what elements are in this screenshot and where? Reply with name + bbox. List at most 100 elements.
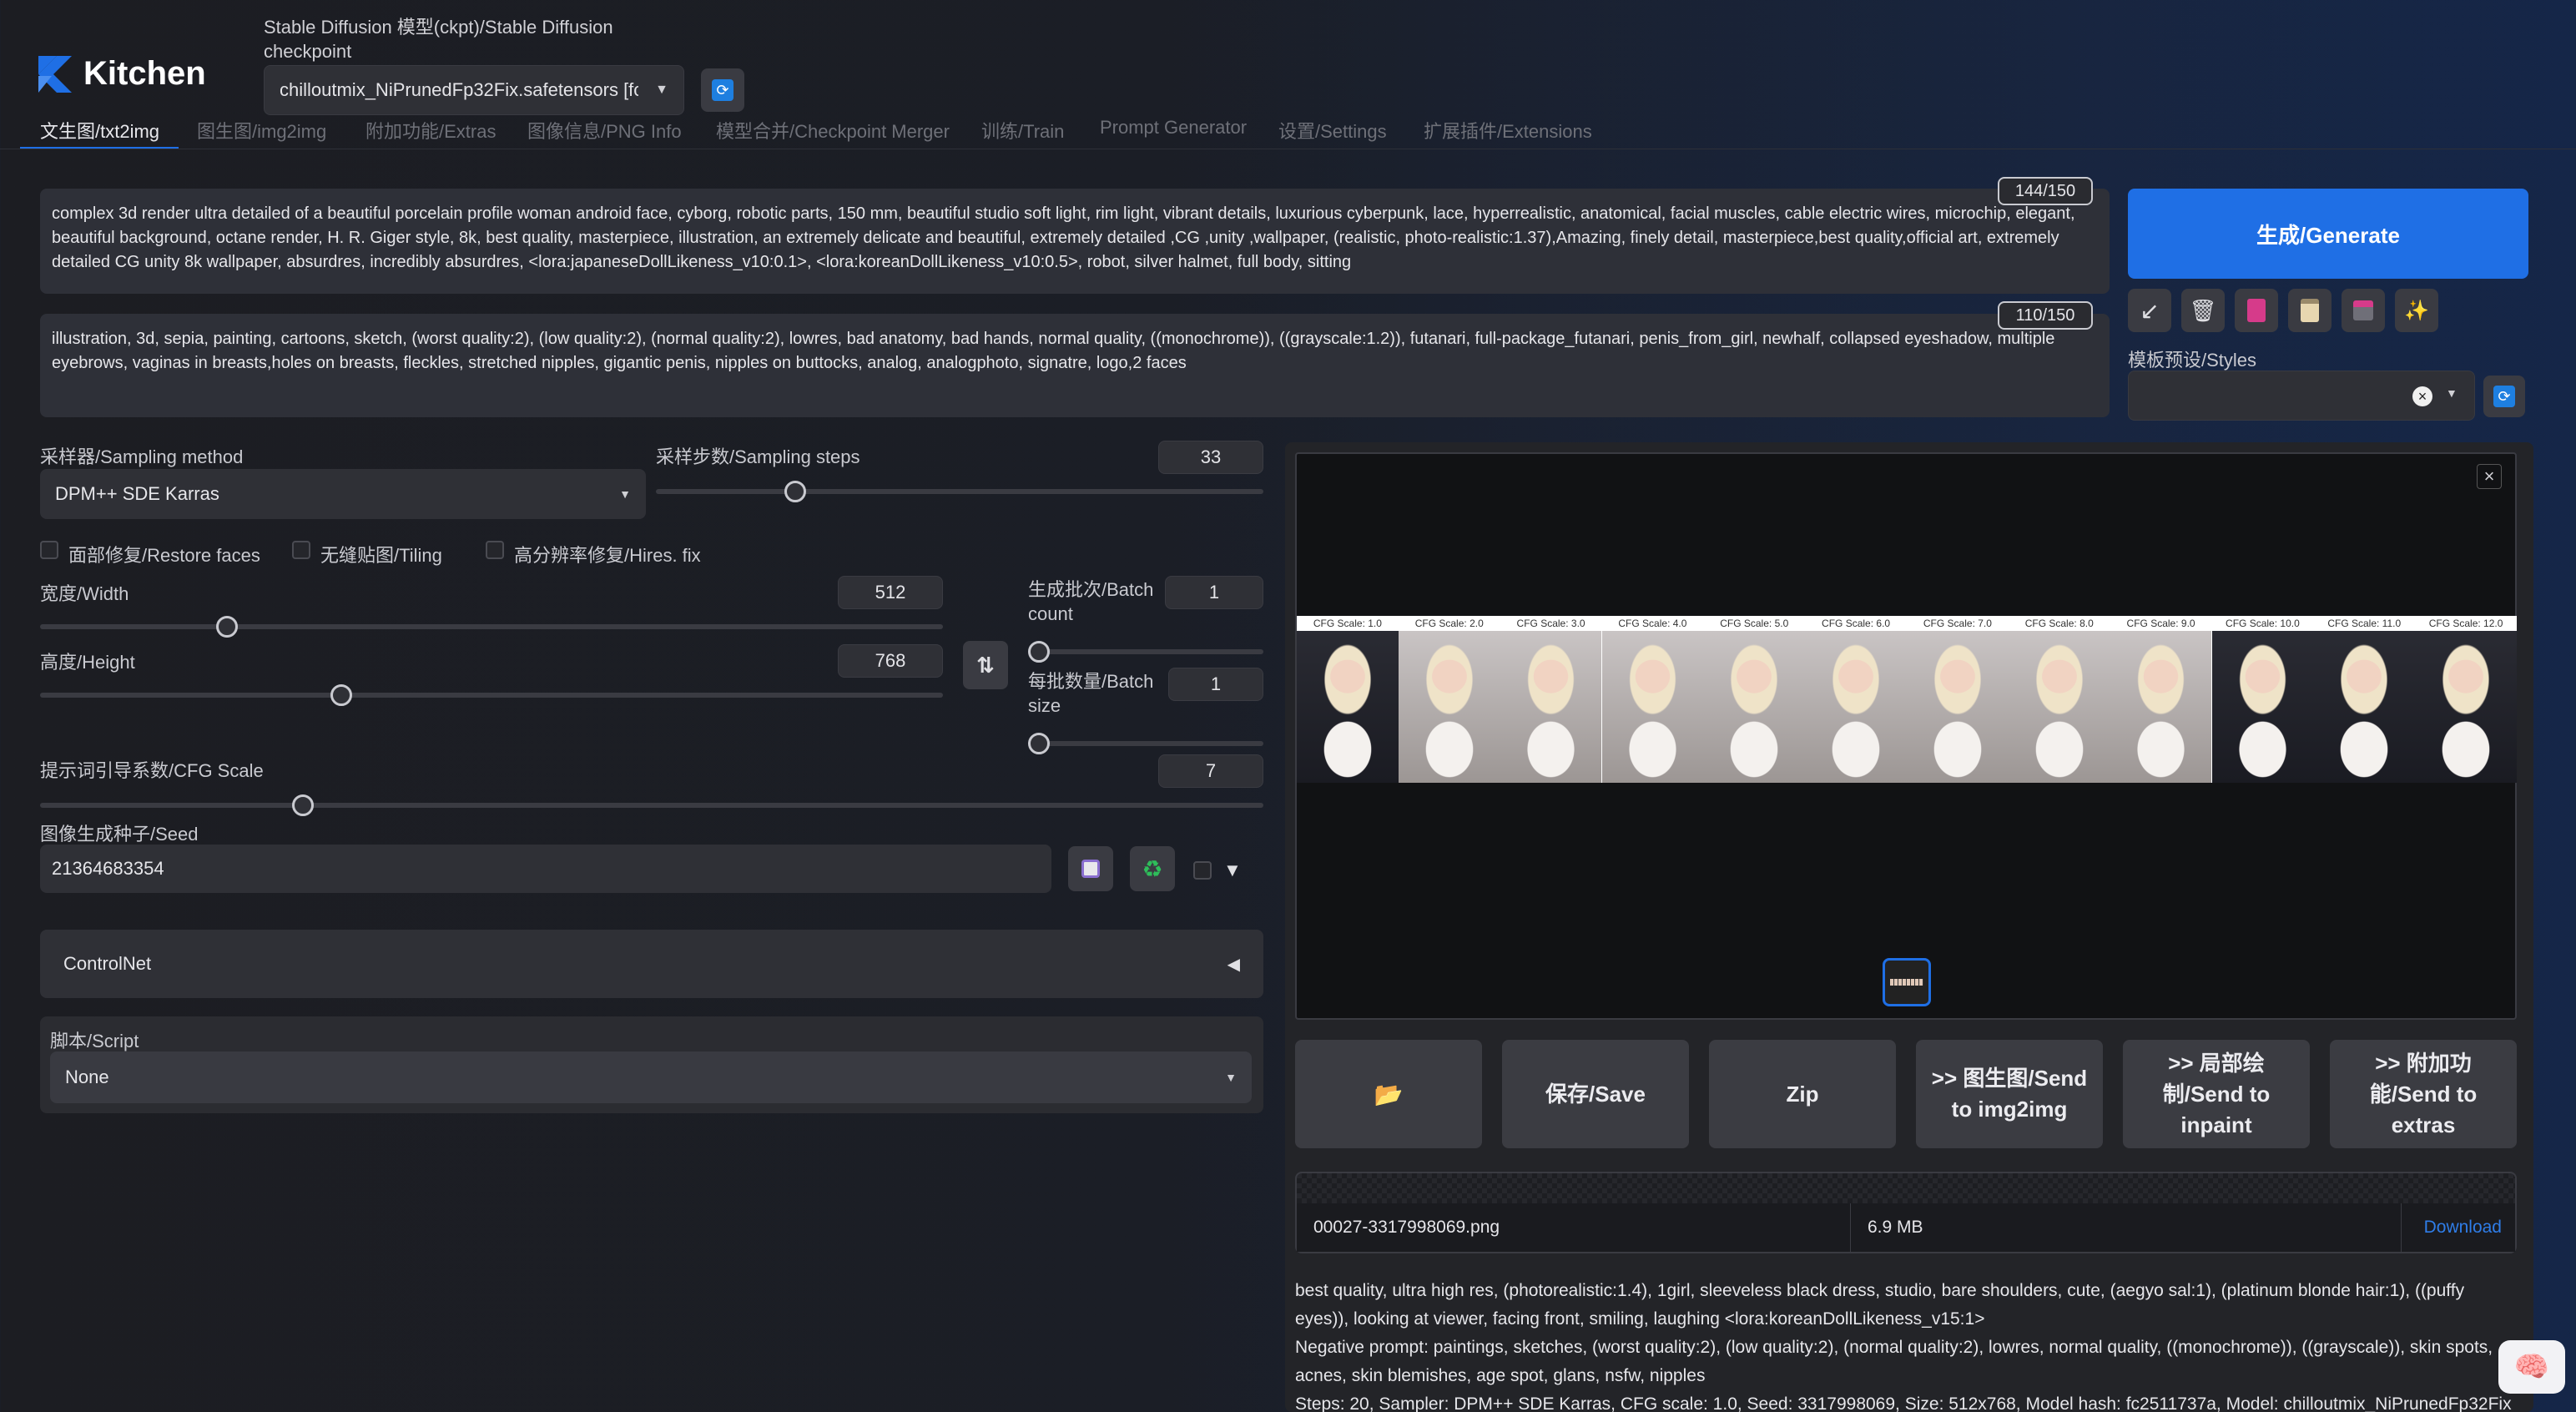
tab-extensions[interactable]: 扩展插件/Extensions [1424,117,1592,144]
tab-txt2img[interactable]: 文生图/txt2img [40,117,159,144]
send-to-inpaint-button[interactable]: >> 局部绘制/Send to inpaint [2123,1040,2310,1148]
save-style-button[interactable] [2342,289,2385,332]
magic-wand-icon: ✨ [2404,299,2429,322]
sampling-steps-slider[interactable] [656,481,1263,502]
batch-count-label: 生成批次/Batch count [1028,579,1154,624]
swap-vertical-icon: ⇅ [976,652,995,678]
reuse-seed-button[interactable]: ♻ [1130,846,1175,891]
batch-count-input[interactable]: 1 [1165,576,1263,609]
cfg-scale-thumb[interactable] [292,794,315,816]
sampling-steps-thumb[interactable] [784,481,807,502]
grid-tile-image [1601,631,1704,783]
checkpoint-select[interactable]: chilloutmix_NiPrunedFp32Fix.safetensors … [264,65,684,115]
grid-tile-image [1398,631,1500,783]
width-input[interactable]: 512 [838,576,943,609]
extra-seed-checkbox[interactable] [1193,861,1212,880]
batch-size-input[interactable]: 1 [1168,668,1263,701]
cfg-grid-label: CFG Scale: 2.0 [1414,618,1484,629]
checkpoint-label: Stable Diffusion 模型(ckpt)/Stable Diffusi… [264,17,613,62]
tab-train[interactable]: 训练/Train [981,117,1064,144]
batch-size-slider[interactable] [1028,733,1263,754]
width-slider[interactable] [40,616,943,638]
magic-prompt-button[interactable]: ✨ [2395,289,2438,332]
grid-tile-image [2313,631,2416,783]
brain-icon: 🧠 [2513,1351,2550,1383]
folder-icon: 📂 [1374,1081,1404,1107]
cfg-grid-label: CFG Scale: 1.0 [1313,618,1382,629]
tiling-checkbox[interactable] [292,541,310,559]
tab-prompt-generator[interactable]: Prompt Generator [1100,117,1247,139]
negative-prompt-textarea[interactable]: illustration, 3d, sepia, painting, carto… [40,314,2110,417]
info-steps: Steps: 20, Sampler: DPM++ SDE Karras, CF… [1295,1394,2512,1412]
send-to-img2img-button[interactable]: >> 图生图/Send to img2img [1916,1040,2103,1148]
generated-grid-image[interactable]: CFG Scale: 1.0 CFG Scale: 2.0 CFG Scale: 3… [1297,616,2517,783]
script-label: 脚本/Script [50,1031,139,1051]
grid-tile-image [2008,631,2110,783]
clear-icon[interactable]: × [2412,386,2432,406]
file-size: 6.9 MB [1851,1203,2402,1252]
recycle-icon: ♻ [1142,855,1163,882]
floating-assistant-button[interactable]: 🧠 [2498,1340,2565,1394]
zip-button[interactable]: Zip [1709,1040,1896,1148]
tab-png-info[interactable]: 图像信息/PNG Info [527,117,682,144]
app-title: Kitchen [83,55,206,92]
controlnet-accordion[interactable]: ControlNet ◀ [40,930,1263,998]
height-thumb[interactable] [330,684,353,706]
read-params-button[interactable]: ↙ [2128,289,2171,332]
cfg-grid-label: CFG Scale: 8.0 [2024,618,2094,629]
swap-dimensions-button[interactable]: ⇅ [963,641,1008,689]
download-link[interactable]: Download [2402,1218,2515,1238]
batch-count-thumb[interactable] [1028,641,1050,663]
height-slider[interactable] [40,684,943,706]
tab-settings[interactable]: 设置/Settings [1278,117,1387,144]
height-label: 高度/Height [40,652,135,673]
width-thumb[interactable] [216,616,239,638]
sampling-method-select[interactable]: DPM++ SDE Karras ▼ [40,469,646,519]
refresh-checkpoint-button[interactable]: ⟳ [701,68,744,112]
script-select[interactable]: None ▼ [50,1051,1252,1103]
open-folder-button[interactable]: 📂 [1295,1040,1482,1148]
send-to-extras-button[interactable]: >> 附加功能/Send to extras [2330,1040,2517,1148]
tab-checkpoint-merger[interactable]: 模型合并/Checkpoint Merger [716,117,950,144]
checkpoint-value: chilloutmix_NiPrunedFp32Fix.safetensors … [280,79,639,100]
prompt-textarea[interactable]: complex 3d render ultra detailed of a be… [40,189,2110,294]
cfg-scale-input[interactable]: 7 [1158,754,1263,788]
cfg-grid-label: CFG Scale: 5.0 [1720,618,1789,629]
tab-img2img[interactable]: 图生图/img2img [197,117,326,144]
gallery-thumbnail[interactable] [1883,958,1931,1006]
tab-extras[interactable]: 附加功能/Extras [365,117,496,144]
grid-tile-image [1907,631,2009,783]
clear-prompt-button[interactable]: 🗑 [2181,289,2225,332]
generate-button[interactable]: 生成/Generate [2128,189,2528,279]
seed-input[interactable]: 21364683354 [40,845,1051,893]
extra-networks-button[interactable] [2235,289,2278,332]
batch-size-thumb[interactable] [1028,733,1050,754]
chevron-down-icon: ▼ [619,487,631,501]
controlnet-label: ControlNet [63,953,152,974]
apply-style-button[interactable] [2288,289,2332,332]
cfg-grid-label: CFG Scale: 4.0 [1618,618,1687,629]
info-prompt: best quality, ultra high res, (photoreal… [1295,1281,2465,1329]
close-preview-button[interactable]: × [2477,464,2502,489]
refresh-icon: ⟳ [712,79,733,101]
refresh-styles-button[interactable]: ⟳ [2483,376,2525,417]
random-seed-button[interactable] [1068,846,1113,891]
hires-fix-checkbox[interactable] [486,541,504,559]
dice-icon [1081,860,1100,878]
styles-select[interactable]: × ▼ [2128,371,2475,421]
height-input[interactable]: 768 [838,644,943,678]
file-list: 00027-3317998069.png 6.9 MB Download [1295,1172,2517,1253]
file-row[interactable]: 00027-3317998069.png 6.9 MB Download [1297,1203,2515,1252]
batch-count-slider[interactable] [1028,641,1263,663]
save-button[interactable]: 保存/Save [1502,1040,1689,1148]
collapse-triangle-icon: ◀ [1227,955,1240,974]
hires-fix-label: 高分辨率修复/Hires. fix [514,545,701,566]
restore-faces-checkbox[interactable] [40,541,58,559]
gallery-viewer: × CFG Scale: 1.0 CFG Scale: 2.0 CFG Scale:… [1295,452,2517,1020]
cfg-scale-slider[interactable] [40,794,1263,816]
floppy-disk-icon [2353,300,2373,320]
sampling-steps-input[interactable]: 33 [1158,441,1263,474]
trash-icon: 🗑 [2189,297,2217,323]
file-name: 00027-3317998069.png [1297,1203,1851,1252]
arrow-down-left-icon: ↙ [2140,297,2160,324]
